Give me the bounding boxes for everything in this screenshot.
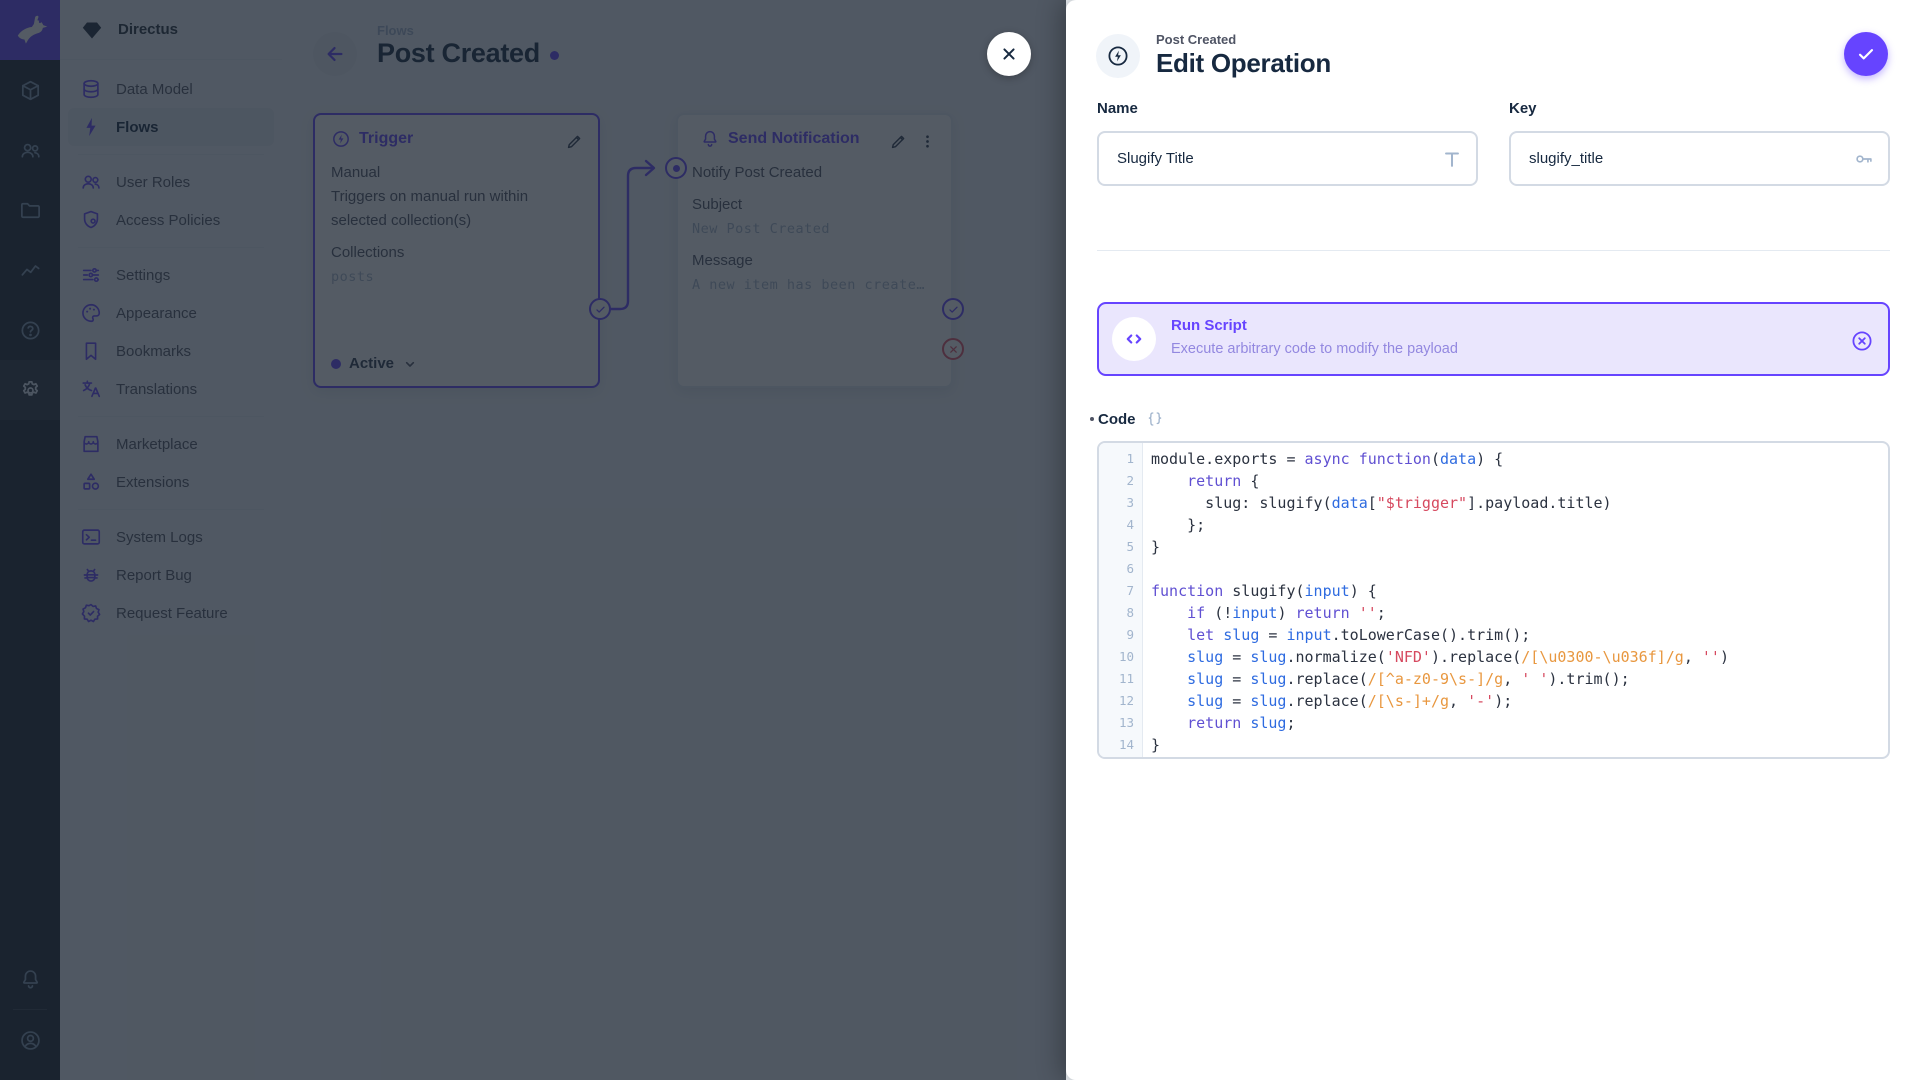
code-line: 1module.exports = async function(data) { bbox=[1099, 448, 1888, 470]
code-line: 11 slug = slug.replace(/[^a-z0-9\s-]/g, … bbox=[1099, 668, 1888, 690]
app-window: Directus Data ModelFlowsUser RolesAccess… bbox=[0, 0, 1920, 1080]
drawer-header: Post Created Edit Operation bbox=[1096, 32, 1331, 79]
code-line: 12 slug = slug.replace(/[\s-]+/g, '-'); bbox=[1099, 690, 1888, 712]
code-label-row: Code bbox=[1090, 410, 1164, 428]
code-line: 9 let slug = input.toLowerCase().trim(); bbox=[1099, 624, 1888, 646]
line-number: 1 bbox=[1099, 448, 1143, 470]
close-x-icon bbox=[999, 44, 1019, 64]
name-label: Name bbox=[1097, 100, 1478, 117]
code-editor[interactable]: 1module.exports = async function(data) {… bbox=[1097, 441, 1890, 759]
line-number: 5 bbox=[1099, 536, 1143, 558]
panel-description: Execute arbitrary code to modify the pay… bbox=[1171, 341, 1458, 357]
title-T-icon bbox=[1441, 148, 1463, 170]
save-button[interactable] bbox=[1844, 32, 1888, 76]
line-number: 10 bbox=[1099, 646, 1143, 668]
code-line: 14} bbox=[1099, 734, 1888, 756]
code-line: 3 slug: slugify(data["$trigger"].payload… bbox=[1099, 492, 1888, 514]
code-lines: 1module.exports = async function(data) {… bbox=[1099, 443, 1888, 756]
line-number: 12 bbox=[1099, 690, 1143, 712]
line-number: 14 bbox=[1099, 734, 1143, 756]
run-script-panel[interactable]: Run Script Execute arbitrary code to mod… bbox=[1097, 302, 1890, 376]
key-value: slugify_title bbox=[1529, 150, 1603, 167]
code-line: 10 slug = slug.normalize('NFD').replace(… bbox=[1099, 646, 1888, 668]
key-field-group: Key slugify_title bbox=[1509, 100, 1890, 186]
code-line: 13 return slug; bbox=[1099, 712, 1888, 734]
edit-operation-drawer: Post Created Edit Operation Name Slugify… bbox=[1066, 0, 1920, 1080]
code-line: 6 bbox=[1099, 558, 1888, 580]
drawer-divider bbox=[1097, 250, 1890, 251]
line-number: 3 bbox=[1099, 492, 1143, 514]
code-line: 4 }; bbox=[1099, 514, 1888, 536]
line-number: 4 bbox=[1099, 514, 1143, 536]
line-number: 6 bbox=[1099, 558, 1143, 580]
code-line: 7function slugify(input) { bbox=[1099, 580, 1888, 602]
check-icon bbox=[1855, 43, 1877, 65]
line-number: 7 bbox=[1099, 580, 1143, 602]
code-line: 2 return { bbox=[1099, 470, 1888, 492]
key-input[interactable]: slugify_title bbox=[1509, 131, 1890, 186]
line-number: 8 bbox=[1099, 602, 1143, 624]
line-number: 9 bbox=[1099, 624, 1143, 646]
key-label: Key bbox=[1509, 100, 1890, 117]
code-line: 8 if (!input) return ''; bbox=[1099, 602, 1888, 624]
braces-icon bbox=[1146, 410, 1164, 428]
code-line: 5} bbox=[1099, 536, 1888, 558]
drawer-title: Edit Operation bbox=[1156, 48, 1331, 79]
name-field-group: Name Slugify Title bbox=[1097, 100, 1478, 186]
name-input[interactable]: Slugify Title bbox=[1097, 131, 1478, 186]
drawer-context: Post Created bbox=[1156, 32, 1331, 47]
code-brackets-icon bbox=[1112, 317, 1156, 361]
line-number: 11 bbox=[1099, 668, 1143, 690]
deselect-circled-x-icon[interactable] bbox=[1850, 329, 1874, 353]
key-icon bbox=[1853, 148, 1875, 170]
line-number: 2 bbox=[1099, 470, 1143, 492]
code-label: Code bbox=[1098, 411, 1136, 428]
operation-circled-bolt-icon bbox=[1096, 34, 1140, 78]
panel-title: Run Script bbox=[1171, 317, 1247, 334]
required-dot bbox=[1090, 417, 1094, 421]
line-number: 13 bbox=[1099, 712, 1143, 734]
drawer-scrim[interactable] bbox=[0, 0, 1066, 1080]
name-value: Slugify Title bbox=[1117, 150, 1194, 167]
drawer-close-button[interactable] bbox=[987, 32, 1031, 76]
